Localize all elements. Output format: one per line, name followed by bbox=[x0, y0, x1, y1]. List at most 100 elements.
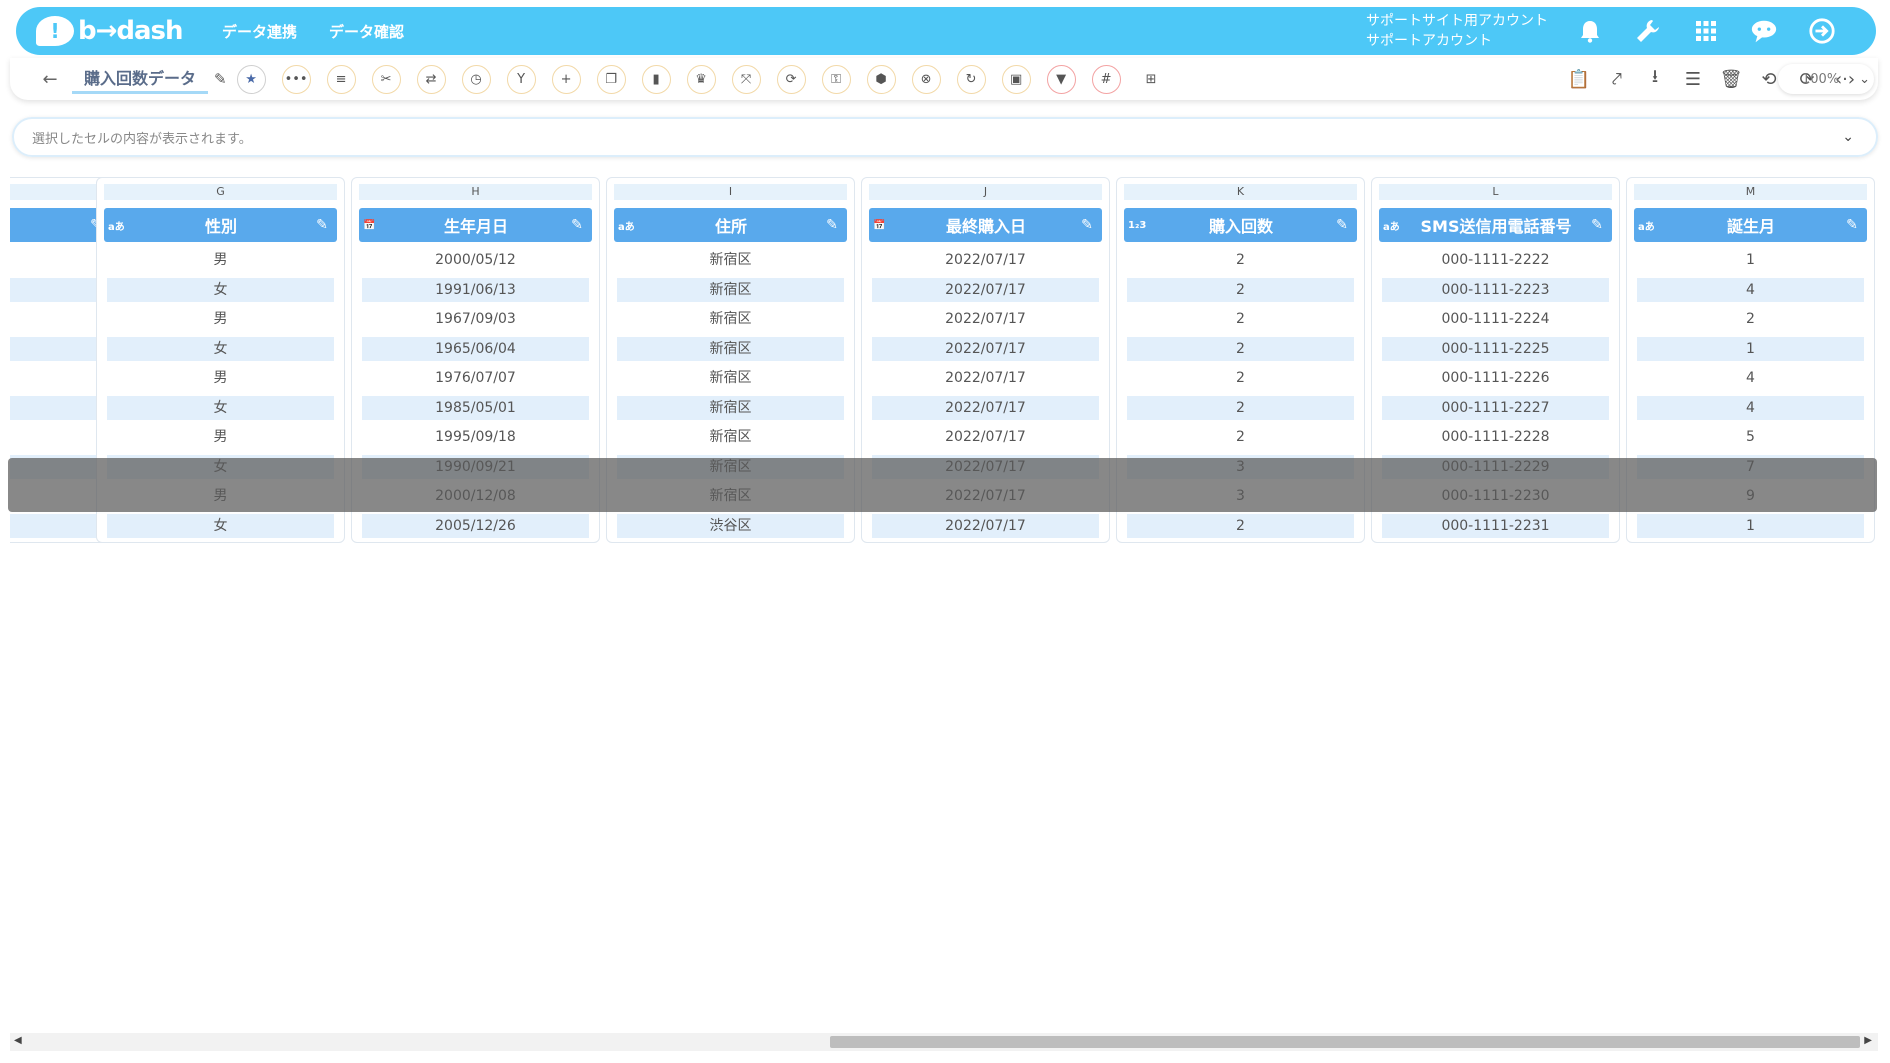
table-icon[interactable]: ⊞ bbox=[1137, 65, 1166, 94]
column-letter[interactable]: M bbox=[1634, 184, 1867, 200]
logo[interactable]: ! b→dash bbox=[36, 16, 186, 46]
column-letter[interactable]: J bbox=[869, 184, 1102, 200]
table-cell[interactable]: 女 bbox=[107, 513, 334, 538]
column-header[interactable]: aあ 性別 ✎ bbox=[104, 208, 337, 242]
table-cell[interactable]: 2 bbox=[1127, 307, 1354, 331]
column-letter[interactable]: K bbox=[1124, 184, 1357, 200]
table-cell[interactable]: om bbox=[10, 307, 108, 331]
table-cell[interactable]: 2005/12/26 bbox=[362, 513, 589, 538]
scrollbar-thumb[interactable] bbox=[830, 1036, 1860, 1048]
table-cell[interactable]: 000-1111-2227 bbox=[1382, 395, 1609, 420]
box-icon[interactable]: ⬢ bbox=[866, 64, 896, 94]
table-cell[interactable]: 新宿区 bbox=[617, 248, 844, 272]
scroll-right-icon[interactable]: ▶ bbox=[1864, 1035, 1872, 1046]
chat-bubble-icon[interactable] bbox=[1750, 17, 1778, 45]
grid-pattern-icon[interactable]: # bbox=[1091, 64, 1121, 94]
logout-icon[interactable] bbox=[1808, 17, 1836, 45]
table-cell[interactable]: 男 bbox=[107, 366, 334, 390]
table-cell[interactable]: 新宿区 bbox=[617, 425, 844, 449]
table-cell[interactable]: 1985/05/01 bbox=[362, 395, 589, 420]
table-cell[interactable]: 5 bbox=[1637, 425, 1864, 449]
table-cell[interactable]: 2022/07/17 bbox=[872, 425, 1099, 449]
list-icon[interactable]: ☰ bbox=[1682, 68, 1704, 90]
cancel-icon[interactable]: ⊗ bbox=[911, 64, 941, 94]
table-cell[interactable]: .com bbox=[10, 336, 108, 361]
table-cell[interactable]: 新宿区 bbox=[617, 307, 844, 331]
table-cell[interactable]: 000-1111-2223 bbox=[1382, 277, 1609, 302]
column-header[interactable]: 📅 生年月日 ✎ bbox=[359, 208, 592, 242]
table-cell[interactable]: 2 bbox=[1127, 336, 1354, 361]
table-cell[interactable]: 2022/07/17 bbox=[872, 513, 1099, 538]
cell-content-bar[interactable]: 選択したセルの内容が表示されます。 ⌄ bbox=[12, 117, 1878, 157]
share-icon[interactable]: ⤤ bbox=[1606, 68, 1628, 90]
chevron-down-icon[interactable]: ⌄ bbox=[1842, 129, 1854, 145]
expand-icon[interactable]: ⤧ bbox=[731, 64, 761, 94]
table-cell[interactable]: 4 bbox=[1637, 366, 1864, 390]
table-cell[interactable]: 女 bbox=[107, 395, 334, 420]
column-letter[interactable]: H bbox=[359, 184, 592, 200]
table-cell[interactable]: 女 bbox=[107, 277, 334, 302]
edit-column-icon[interactable]: ✎ bbox=[567, 217, 587, 233]
crown-icon[interactable]: ♛ bbox=[686, 64, 716, 94]
table-cell[interactable]: 渋谷区 bbox=[617, 513, 844, 538]
table-cell[interactable]: om bbox=[10, 248, 108, 272]
merge-icon[interactable]: Y bbox=[506, 64, 536, 94]
favorite-star-icon[interactable]: ★ bbox=[236, 64, 266, 94]
table-cell[interactable]: 新宿区 bbox=[617, 366, 844, 390]
lock-icon[interactable]: ⚿ bbox=[821, 64, 851, 94]
apps-grid-icon[interactable] bbox=[1692, 17, 1720, 45]
table-cell[interactable]: 新宿区 bbox=[617, 277, 844, 302]
table-cell[interactable]: 2 bbox=[1637, 307, 1864, 331]
dots-icon[interactable]: ••• bbox=[281, 64, 311, 94]
table-cell[interactable]: 1995/09/18 bbox=[362, 425, 589, 449]
filter-icon[interactable]: ▼ bbox=[1046, 64, 1076, 94]
repeat-icon[interactable]: ⟳ bbox=[776, 64, 806, 94]
edit-column-icon[interactable]: ✎ bbox=[1587, 217, 1607, 233]
table-cell[interactable]: 000-1111-2225 bbox=[1382, 336, 1609, 361]
column-letter[interactable]: I bbox=[614, 184, 847, 200]
add-icon[interactable]: + bbox=[551, 64, 581, 94]
tools-icon[interactable]: ✂ bbox=[371, 64, 401, 94]
table-cell[interactable]: om bbox=[10, 425, 108, 449]
table-cell[interactable]: 1 bbox=[1637, 248, 1864, 272]
sync-icon[interactable]: ↻ bbox=[956, 64, 986, 94]
table-cell[interactable]: 男 bbox=[107, 248, 334, 272]
history-icon[interactable]: ⟲ bbox=[1758, 68, 1780, 90]
table-cell[interactable]: 4 bbox=[1637, 277, 1864, 302]
frame-icon[interactable]: ▣ bbox=[1001, 64, 1031, 94]
column-header[interactable]: aあ 誕生月 ✎ bbox=[1634, 208, 1867, 242]
table-cell[interactable]: 2022/07/17 bbox=[872, 307, 1099, 331]
table-cell[interactable]: 1 bbox=[1637, 513, 1864, 538]
timer-icon[interactable]: ◷ bbox=[461, 64, 491, 94]
edit-column-icon[interactable]: ✎ bbox=[1077, 217, 1097, 233]
clipboard-icon[interactable]: 📋 bbox=[1568, 68, 1590, 90]
table-cell[interactable]: 新宿区 bbox=[617, 336, 844, 361]
scroll-left-icon[interactable]: ◀ bbox=[14, 1035, 22, 1046]
table-cell[interactable]: 女 bbox=[107, 336, 334, 361]
table-cell[interactable]: 000-1111-2231 bbox=[1382, 513, 1609, 538]
table-cell[interactable]: 000-1111-2224 bbox=[1382, 307, 1609, 331]
table-cell[interactable]: 4 bbox=[1637, 395, 1864, 420]
table-cell[interactable]: 2 bbox=[1127, 513, 1354, 538]
back-arrow-icon[interactable]: ← bbox=[36, 65, 64, 93]
table-cell[interactable]: 000-1111-2228 bbox=[1382, 425, 1609, 449]
table-cell[interactable]: 1965/06/04 bbox=[362, 336, 589, 361]
text-icon[interactable]: ≡ bbox=[326, 64, 356, 94]
nav-data-integration[interactable]: データ連携 bbox=[222, 21, 297, 42]
table-cell[interactable]: 1 bbox=[1637, 336, 1864, 361]
edit-column-icon[interactable]: ✎ bbox=[1842, 217, 1862, 233]
table-cell[interactable]: .com bbox=[10, 513, 108, 538]
edit-column-icon[interactable]: ✎ bbox=[822, 217, 842, 233]
table-cell[interactable]: 1967/09/03 bbox=[362, 307, 589, 331]
horizontal-scrollbar[interactable]: ◀ ▶ bbox=[10, 1033, 1878, 1051]
edit-column-icon[interactable]: ✎ bbox=[1332, 217, 1352, 233]
table-cell[interactable]: 2000/05/12 bbox=[362, 248, 589, 272]
table-cell[interactable]: 2022/07/17 bbox=[872, 395, 1099, 420]
table-cell[interactable]: 2 bbox=[1127, 366, 1354, 390]
column-letter[interactable]: G bbox=[104, 184, 337, 200]
table-cell[interactable]: m bbox=[10, 366, 108, 390]
table-cell[interactable]: 2 bbox=[1127, 425, 1354, 449]
account-info[interactable]: サポートサイト用アカウント サポートアカウント bbox=[1366, 11, 1548, 51]
download-icon[interactable]: ⭳ bbox=[1644, 66, 1666, 90]
table-name[interactable]: 購入回数データ bbox=[72, 65, 209, 94]
